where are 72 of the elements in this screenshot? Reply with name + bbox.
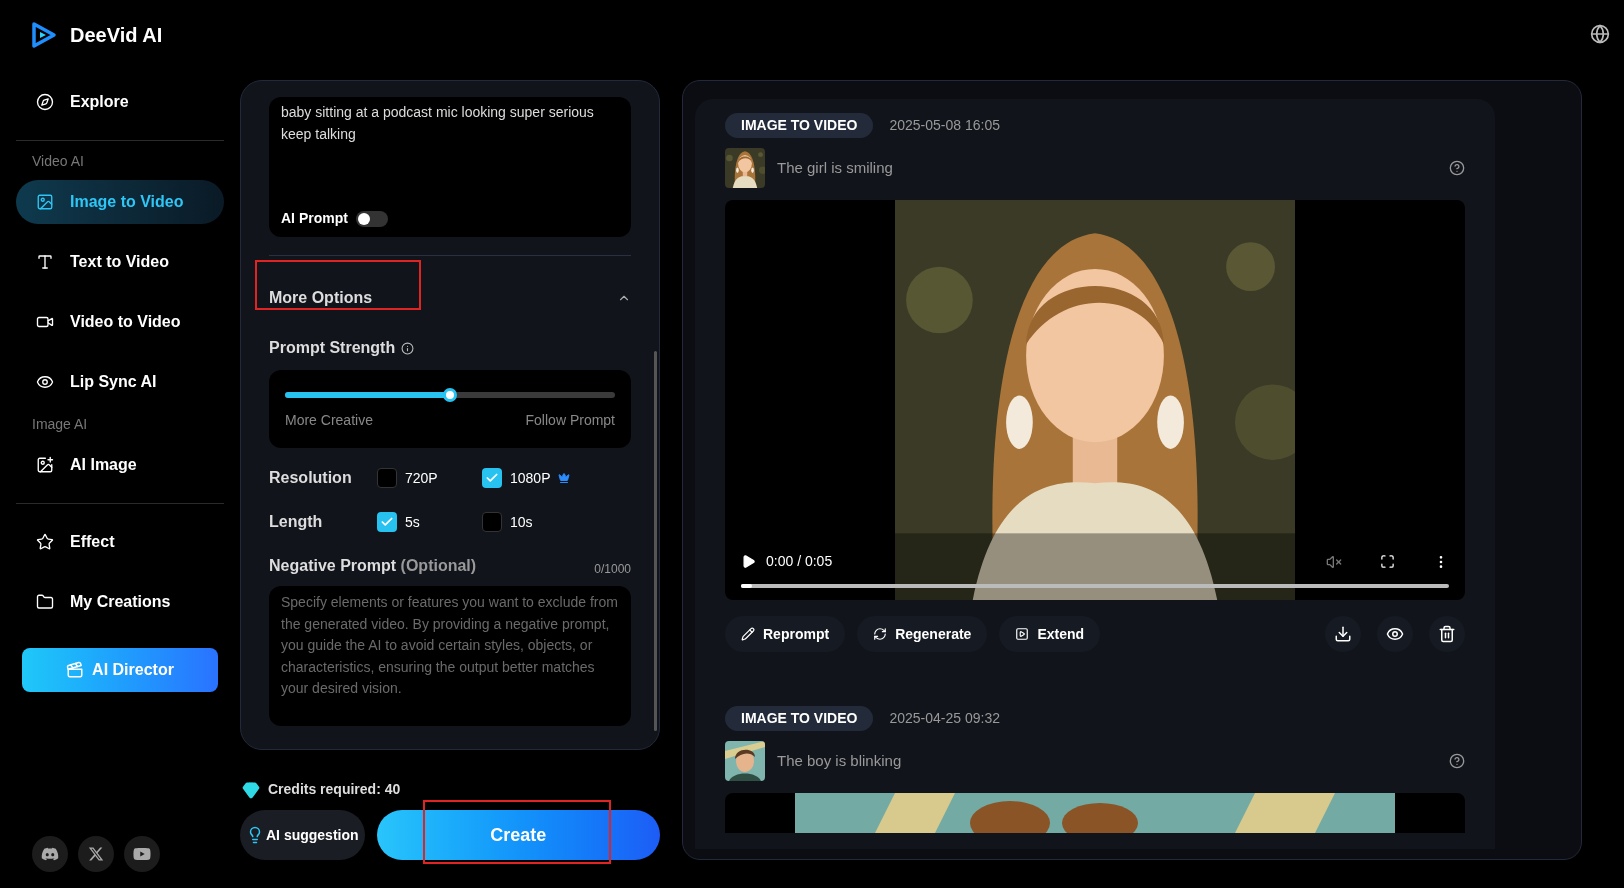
type-badge: IMAGE TO VIDEO: [725, 706, 874, 731]
text-icon: [36, 253, 54, 271]
pencil-icon: [741, 627, 755, 641]
nav-item[interactable]: Image to Video: [16, 180, 224, 224]
progress-track[interactable]: [741, 584, 1449, 588]
video-player[interactable]: 0:00 / 0:05: [725, 200, 1465, 600]
check-icon: [485, 471, 499, 485]
time-text: 0:00 / 0:05: [766, 552, 834, 571]
max-label: Follow Prompt: [525, 411, 615, 430]
trash-icon[interactable]: [1429, 616, 1465, 652]
prompt-text: The boy is blinking: [777, 750, 903, 771]
download-icon[interactable]: [1325, 616, 1361, 652]
date-text: 2025-05-08 16:05: [889, 116, 1000, 135]
image-icon: [36, 456, 54, 474]
action-button[interactable]: Reprompt: [725, 616, 846, 652]
brand-name: DeeVid AI: [70, 23, 163, 48]
char-count: 0/1000: [594, 561, 631, 578]
section-heading: Image AI: [31, 415, 89, 434]
video-square-icon: [1015, 627, 1030, 641]
checkbox[interactable]: [482, 468, 502, 488]
clapperboard-icon: [66, 661, 85, 679]
nav-item[interactable]: Video to Video: [16, 300, 224, 344]
mute-icon: [1326, 553, 1342, 570]
nav-item[interactable]: My Creations: [16, 580, 224, 624]
option-label: Resolution: [269, 468, 353, 488]
ai-suggestion-button[interactable]: AI suggestion: [240, 810, 365, 860]
youtube-icon[interactable]: [124, 836, 160, 872]
checkbox-option[interactable]: 5s: [377, 511, 482, 533]
logo-icon: [30, 21, 58, 49]
checkbox-option[interactable]: 1080P: [482, 467, 587, 489]
check-icon: [380, 515, 394, 529]
play-icon: [741, 554, 756, 569]
ai-prompt-toggle[interactable]: [355, 210, 388, 227]
negative-prompt-field[interactable]: Specify elements or features you want to exclude from the generated video. By providing a negative prompt, you guide the AI to avoid certain styles, objects, or characteristics, ensuring the output better matches your desired vision.: [269, 586, 631, 726]
negative-prompt-label: Negative Prompt (Optional): [269, 556, 477, 576]
min-label: More Creative: [285, 411, 373, 430]
image-icon: [36, 193, 54, 211]
nav-item[interactable]: AI Image: [16, 443, 224, 487]
slider-thumb[interactable]: [443, 388, 457, 402]
nav-item[interactable]: Effect: [16, 520, 224, 564]
diamond-icon: [242, 780, 260, 799]
discord-icon[interactable]: [32, 836, 68, 872]
more-options-title[interactable]: More Options: [269, 289, 373, 306]
x-icon[interactable]: [78, 836, 114, 872]
fullscreen-icon: [1380, 554, 1395, 569]
date-text: 2025-04-25 09:32: [889, 709, 1000, 728]
type-badge: IMAGE TO VIDEO: [725, 113, 874, 138]
credits-text: Credits required: 40: [268, 780, 401, 799]
checkbox-option[interactable]: 720P: [377, 467, 482, 489]
checkbox[interactable]: [377, 512, 397, 532]
nav-item[interactable]: Lip Sync AI: [16, 360, 224, 404]
prompt-strength-label: Prompt Strength: [269, 338, 396, 358]
nav-item[interactable]: Explore: [16, 80, 224, 124]
globe-icon[interactable]: [1590, 24, 1610, 44]
folder-icon: [36, 593, 54, 611]
ai-prompt-label: AI Prompt: [281, 209, 348, 228]
checkbox-option[interactable]: 10s: [482, 511, 587, 533]
help-icon: [1449, 160, 1465, 176]
strength-slider[interactable]: [285, 388, 615, 402]
checkbox[interactable]: [482, 512, 502, 532]
action-button[interactable]: Extend: [999, 616, 1101, 652]
section-heading: Video AI: [31, 152, 85, 171]
action-button[interactable]: Regenerate: [857, 616, 988, 652]
help-icon: [1449, 753, 1465, 769]
star-icon: [36, 533, 54, 551]
prompt-field[interactable]: baby sitting at a podcast mic looking super serious keep talking AI Prompt: [269, 97, 631, 237]
refresh-icon: [873, 627, 888, 641]
info-icon: [401, 341, 415, 355]
checkbox[interactable]: [377, 468, 397, 488]
option-label: Length: [269, 512, 324, 532]
nav-item[interactable]: Text to Video: [16, 240, 224, 284]
prompt-text: The girl is smiling: [777, 157, 894, 178]
